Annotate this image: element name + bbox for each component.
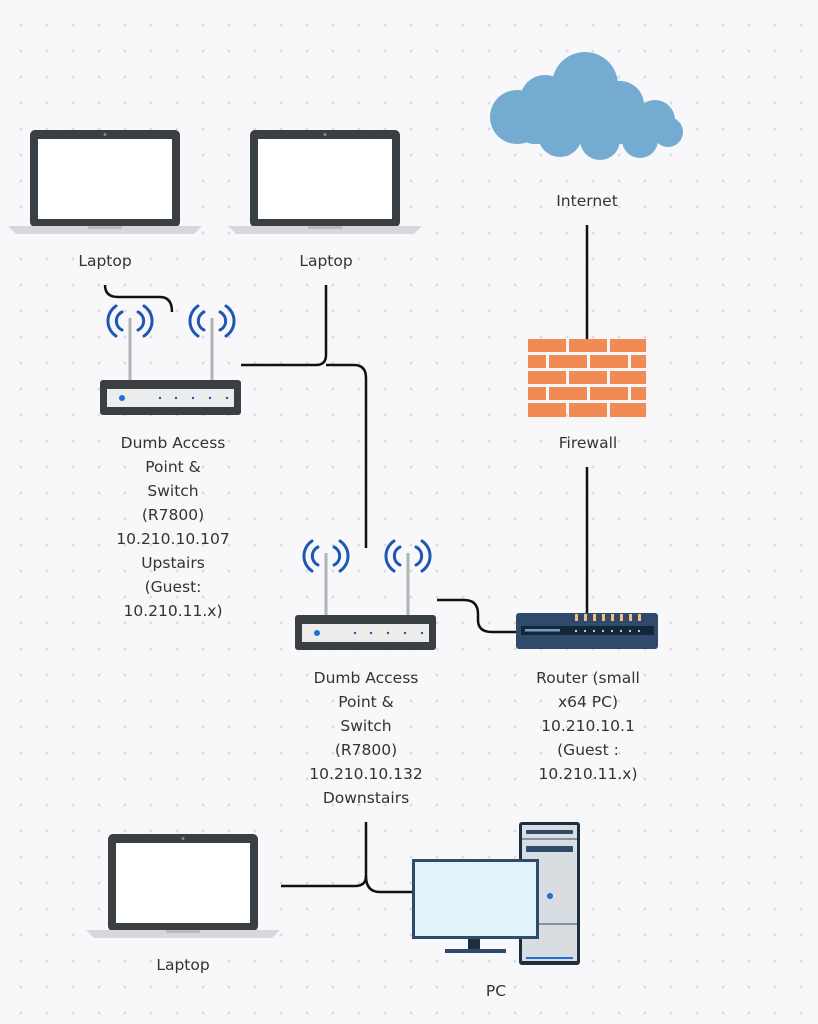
brick-wall-icon bbox=[528, 339, 646, 417]
router-label: Router (small x64 PC) 10.210.10.1 (Guest :… bbox=[536, 669, 640, 783]
link-laptop2-ap-upstairs bbox=[241, 285, 328, 367]
pc-label: PC bbox=[485, 982, 507, 1000]
cloud-icon bbox=[490, 52, 683, 160]
laptop-icon bbox=[228, 130, 422, 234]
ap-upstairs-label: Dumb Access Point & Switch (R7800) 10.210.… bbox=[116, 434, 230, 620]
desktop-pc-icon bbox=[412, 822, 580, 965]
link-ap-downstairs-laptop bbox=[281, 822, 368, 888]
link-ap-downstairs-router bbox=[437, 598, 516, 634]
firewall-label: Firewall bbox=[558, 434, 618, 452]
laptop-icon bbox=[8, 130, 202, 234]
laptop-label: Laptop bbox=[78, 252, 132, 270]
laptop-icon bbox=[86, 834, 280, 938]
internet-label: Internet bbox=[556, 192, 618, 210]
laptop-label: Laptop bbox=[299, 252, 353, 270]
laptop-label: Laptop bbox=[156, 956, 210, 974]
router-icon bbox=[516, 613, 658, 649]
wireless-access-point-icon bbox=[100, 304, 241, 415]
link-ap-upstairs-ap-downstairs bbox=[326, 363, 368, 548]
wireless-access-point-icon bbox=[295, 539, 436, 650]
link-ap-downstairs-pc bbox=[364, 875, 412, 894]
ap-downstairs-label: Dumb Access Point & Switch (R7800) 10.210.… bbox=[309, 669, 423, 807]
